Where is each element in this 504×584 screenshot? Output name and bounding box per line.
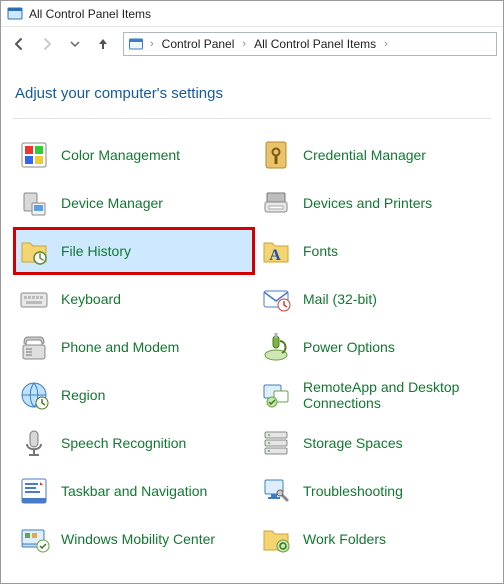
item-label: Taskbar and Navigation <box>61 483 207 499</box>
item-phone-and-modem[interactable]: Phone and Modem <box>13 323 255 371</box>
speech-icon <box>17 426 51 460</box>
item-storage-spaces[interactable]: Storage Spaces <box>255 419 497 467</box>
navigation-bar: › Control Panel › All Control Panel Item… <box>1 27 503 61</box>
troubleshooting-icon <box>259 474 293 508</box>
item-label: Device Manager <box>61 195 163 211</box>
back-button[interactable] <box>7 32 31 56</box>
devices-printers-icon <box>259 186 293 220</box>
up-button[interactable] <box>91 32 115 56</box>
control-panel-icon <box>128 36 144 52</box>
item-devices-and-printers[interactable]: Devices and Printers <box>255 179 497 227</box>
region-icon <box>17 378 51 412</box>
taskbar-icon <box>17 474 51 508</box>
breadcrumb-label: All Control Panel Items <box>254 37 376 51</box>
item-region[interactable]: Region <box>13 371 255 419</box>
credential-manager-icon <box>259 138 293 172</box>
chevron-right-icon: › <box>148 38 156 50</box>
color-management-icon <box>17 138 51 172</box>
item-label: RemoteApp and Desktop Connections <box>303 379 493 411</box>
item-label: Fonts <box>303 243 338 259</box>
forward-button[interactable] <box>35 32 59 56</box>
item-label: Storage Spaces <box>303 435 403 451</box>
item-fonts[interactable]: Fonts <box>255 227 497 275</box>
power-options-icon <box>259 330 293 364</box>
item-label: Troubleshooting <box>303 483 403 499</box>
chevron-right-icon: › <box>382 38 390 50</box>
item-label: Mail (32-bit) <box>303 291 377 307</box>
control-panel-window-icon <box>7 6 23 22</box>
item-remoteapp-and-desktop-connections[interactable]: RemoteApp and Desktop Connections <box>255 371 497 419</box>
breadcrumb-all-items[interactable]: All Control Panel Items <box>250 33 380 55</box>
item-file-history[interactable]: File History <box>13 227 255 275</box>
item-keyboard[interactable]: Keyboard <box>13 275 255 323</box>
address-bar[interactable]: › Control Panel › All Control Panel Item… <box>123 32 497 56</box>
item-troubleshooting[interactable]: Troubleshooting <box>255 467 497 515</box>
phone-modem-icon <box>17 330 51 364</box>
title-bar: All Control Panel Items <box>1 1 503 27</box>
item-device-manager[interactable]: Device Manager <box>13 179 255 227</box>
chevron-right-icon: › <box>240 38 248 50</box>
item-label: Credential Manager <box>303 147 426 163</box>
item-speech-recognition[interactable]: Speech Recognition <box>13 419 255 467</box>
item-mail-32-bit[interactable]: Mail (32-bit) <box>255 275 497 323</box>
page-heading: Adjust your computer's settings <box>1 61 503 118</box>
breadcrumb-control-panel[interactable]: Control Panel <box>158 33 239 55</box>
item-label: Phone and Modem <box>61 339 179 355</box>
item-color-management[interactable]: Color Management <box>13 131 255 179</box>
item-label: Devices and Printers <box>303 195 432 211</box>
remoteapp-icon <box>259 378 293 412</box>
item-label: Power Options <box>303 339 395 355</box>
mobility-center-icon <box>17 522 51 556</box>
item-credential-manager[interactable]: Credential Manager <box>255 131 497 179</box>
file-history-icon <box>17 234 51 268</box>
item-power-options[interactable]: Power Options <box>255 323 497 371</box>
breadcrumb-label: Control Panel <box>162 37 235 51</box>
storage-spaces-icon <box>259 426 293 460</box>
window-title: All Control Panel Items <box>29 7 151 21</box>
item-taskbar-and-navigation[interactable]: Taskbar and Navigation <box>13 467 255 515</box>
recent-locations-button[interactable] <box>63 32 87 56</box>
item-label: Region <box>61 387 105 403</box>
items-grid: Color Management Credential Manager Device… <box>1 119 503 563</box>
item-label: Color Management <box>61 147 180 163</box>
mail-icon <box>259 282 293 316</box>
keyboard-icon <box>17 282 51 316</box>
item-label: Windows Mobility Center <box>61 531 215 547</box>
fonts-icon <box>259 234 293 268</box>
work-folders-icon <box>259 522 293 556</box>
device-manager-icon <box>17 186 51 220</box>
item-label: Keyboard <box>61 291 121 307</box>
item-label: Work Folders <box>303 531 386 547</box>
item-label: Speech Recognition <box>61 435 186 451</box>
item-label: File History <box>61 243 131 259</box>
item-windows-mobility-center[interactable]: Windows Mobility Center <box>13 515 255 563</box>
item-work-folders[interactable]: Work Folders <box>255 515 497 563</box>
